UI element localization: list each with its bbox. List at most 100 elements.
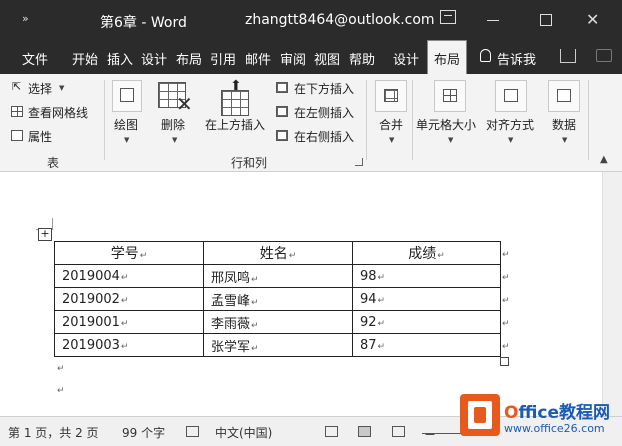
collapse-ribbon-icon[interactable]: ▲ <box>600 154 608 165</box>
tab-home[interactable]: 开始 <box>72 49 98 68</box>
table-cell[interactable]: 2019003↵ <box>54 333 204 357</box>
merge-button[interactable]: 合并 <box>379 116 403 133</box>
table-header-cell[interactable]: 姓名↵ <box>203 241 353 265</box>
watermark: Office教程网 www.office26.com <box>460 394 620 442</box>
table-cell[interactable]: 2019002↵ <box>54 287 204 311</box>
tab-table-design[interactable]: 设计 <box>393 49 419 68</box>
maximize-icon[interactable] <box>540 14 552 26</box>
tab-review[interactable]: 审阅 <box>280 49 306 68</box>
group-separator <box>366 80 367 160</box>
insert-below-icon <box>276 82 288 93</box>
lightbulb-icon <box>480 49 491 62</box>
properties-button[interactable]: 属性 <box>28 128 52 145</box>
chevron-down-icon: ▼ <box>508 136 514 144</box>
tab-file[interactable]: 文件 <box>22 49 48 68</box>
row-end-mark: ↵ <box>502 342 510 352</box>
tab-view[interactable]: 视图 <box>314 49 340 68</box>
chevron-down-icon: ▼ <box>389 136 395 144</box>
chevron-down-icon: ▼ <box>172 136 178 144</box>
vertical-scrollbar[interactable] <box>602 172 622 416</box>
delete-x-icon: ✕ <box>176 92 193 116</box>
table-cell[interactable]: 98↵ <box>352 264 501 288</box>
tab-layout[interactable]: 布局 <box>176 49 202 68</box>
zoom-out-button[interactable]: － <box>424 426 436 443</box>
web-layout-icon[interactable] <box>392 426 405 437</box>
alignment-button[interactable]: 对齐方式 <box>486 116 534 133</box>
ribbon-display-options-icon[interactable] <box>440 10 456 24</box>
tab-table-layout[interactable]: 布局 <box>427 40 468 74</box>
chevron-down-icon: ▼ <box>562 136 568 144</box>
table-cell[interactable]: 87↵ <box>352 333 501 357</box>
merge-icon <box>384 89 398 102</box>
data-button[interactable]: 数据 <box>552 116 576 133</box>
draw-button[interactable]: 绘图 <box>114 116 138 133</box>
insert-above-icon <box>221 90 249 116</box>
select-button[interactable]: 选择 <box>28 80 52 97</box>
share-icon[interactable] <box>560 49 576 63</box>
word-count[interactable]: 99 个字 <box>122 424 165 441</box>
ribbon-tabs: 文件 开始 插入 设计 布局 引用 邮件 审阅 视图 帮助 设计 布局 告诉我 <box>0 40 622 74</box>
table-header-cell[interactable]: 成绩↵ <box>352 241 501 265</box>
quick-access-toolbar-more[interactable]: » <box>22 12 29 25</box>
close-icon[interactable]: ✕ <box>586 10 599 29</box>
tell-me-search[interactable]: 告诉我 <box>497 49 536 68</box>
read-mode-icon[interactable] <box>325 426 338 437</box>
table-row: 2019004↵ 邢凤鸣↵ 98↵ <box>54 264 501 288</box>
page-count[interactable]: 第 1 页，共 2 页 <box>8 424 99 441</box>
table-cell[interactable]: 张学军↵ <box>203 333 353 357</box>
minimize-icon[interactable] <box>487 20 499 21</box>
table-cell[interactable]: 孟雪峰↵ <box>203 287 353 311</box>
office-logo-icon <box>460 394 500 436</box>
table-cell[interactable]: 2019004↵ <box>54 264 204 288</box>
proofing-icon[interactable] <box>186 426 199 437</box>
tab-mailings[interactable]: 邮件 <box>245 49 271 68</box>
group-separator <box>588 80 589 160</box>
table-cell[interactable]: 2019001↵ <box>54 310 204 334</box>
comment-icon[interactable] <box>596 49 612 62</box>
alignment-icon <box>504 89 518 102</box>
group-separator <box>104 80 105 160</box>
margin-corner-mark <box>52 218 53 230</box>
chevron-down-icon: ▼ <box>124 136 130 144</box>
insert-above-button[interactable]: 在上方插入 <box>205 116 265 133</box>
database-icon <box>557 89 571 102</box>
cursor-icon: ⇱ <box>12 80 22 93</box>
tab-help[interactable]: 帮助 <box>349 49 375 68</box>
language-indicator[interactable]: 中文(中国) <box>215 424 272 441</box>
title-bar: » 第6章 - Word zhangtt8464@outlook.com ✕ <box>0 0 622 40</box>
tab-design[interactable]: 设计 <box>141 49 167 68</box>
view-gridlines-button[interactable]: 查看网格线 <box>28 104 88 121</box>
chevron-down-icon: ▼ <box>59 84 65 92</box>
insert-left-button[interactable]: 在左侧插入 <box>294 104 354 121</box>
account-name[interactable]: zhangtt8464@outlook.com <box>245 12 435 28</box>
table-cell[interactable]: 94↵ <box>352 287 501 311</box>
row-end-mark: ↵ <box>502 250 510 260</box>
table-cell[interactable]: 92↵ <box>352 310 501 334</box>
tab-references[interactable]: 引用 <box>210 49 236 68</box>
table-header-row: 学号↵ 姓名↵ 成绩↵ <box>54 241 501 265</box>
table-row: 2019002↵ 孟雪峰↵ 94↵ <box>54 287 501 311</box>
insert-right-icon <box>276 130 288 141</box>
document-table: 学号↵ 姓名↵ 成绩↵ 2019004↵ 邢凤鸣↵ 98↵ 2019002↵ 孟… <box>54 241 501 357</box>
cell-size-button[interactable]: 单元格大小 <box>416 116 476 133</box>
delete-button[interactable]: 删除 <box>161 116 185 133</box>
table-header-cell[interactable]: 学号↵ <box>54 241 204 265</box>
insert-below-button[interactable]: 在下方插入 <box>294 80 354 97</box>
cell-size-icon <box>443 89 457 102</box>
insert-right-button[interactable]: 在右侧插入 <box>294 128 354 145</box>
watermark-url: www.office26.com <box>504 422 605 435</box>
table-move-handle[interactable]: + <box>38 228 52 241</box>
print-layout-icon[interactable] <box>358 426 371 437</box>
watermark-title: Office教程网 <box>504 403 611 423</box>
dialog-launcher-icon[interactable] <box>355 158 363 166</box>
group-label-rows-cols: 行和列 <box>231 156 268 170</box>
ribbon: ⇱ 选择 ▼ 查看网格线 属性 表 绘图 ▼ ✕ 删除 ▼ ⬆ 在上方插入 在下… <box>0 74 622 172</box>
table-cell[interactable]: 邢凤鸣↵ <box>203 264 353 288</box>
group-label-table: 表 <box>47 156 60 170</box>
tab-insert[interactable]: 插入 <box>107 49 133 68</box>
paragraph-mark: ↵ <box>57 386 65 396</box>
table-cell[interactable]: 李雨薇↵ <box>203 310 353 334</box>
table-resize-handle[interactable] <box>500 357 509 366</box>
table-row: 2019003↵ 张学军↵ 87↵ <box>54 333 501 357</box>
group-separator <box>412 80 413 160</box>
